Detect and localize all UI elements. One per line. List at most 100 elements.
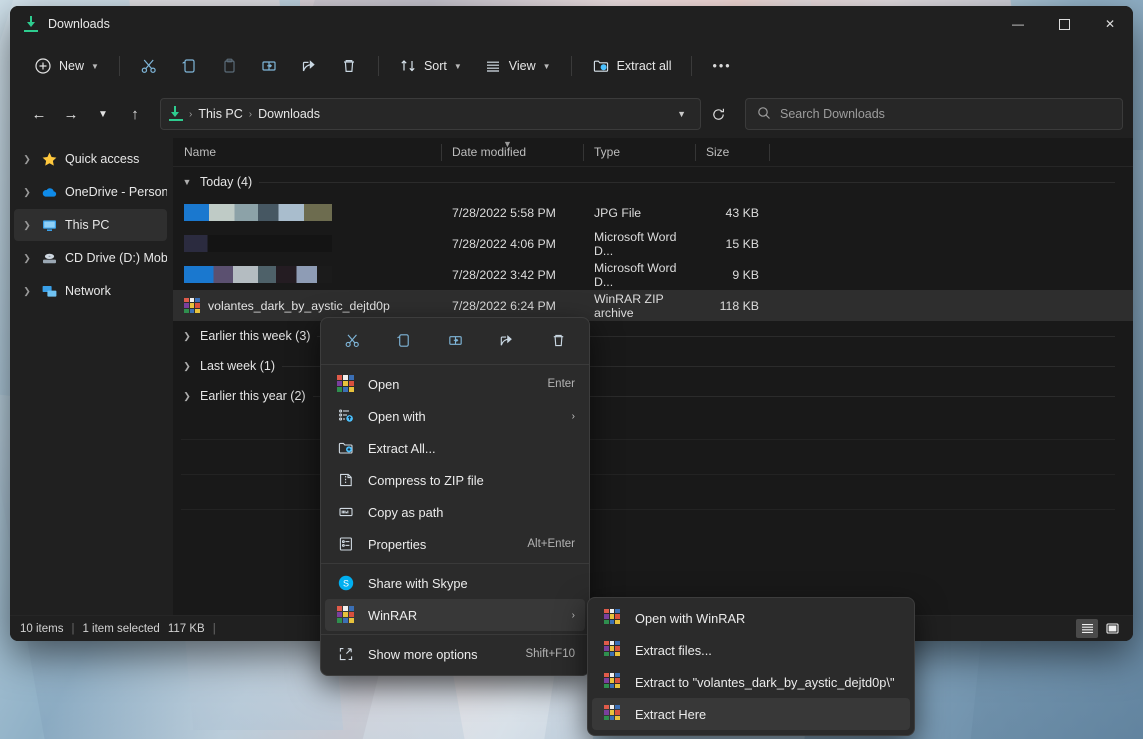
group-header-earlier-this-year[interactable]: ❯ Earlier this year (2) — [173, 381, 1133, 411]
up-button[interactable]: ↑ — [120, 99, 150, 129]
menu-item-compress-to-zip[interactable]: Compress to ZIP file — [325, 464, 585, 496]
chevron-right-icon[interactable]: ❯ — [181, 391, 193, 402]
submenu-item-open-with-winrar[interactable]: Open with WinRAR — [592, 602, 910, 634]
view-button[interactable]: View ▼ — [474, 50, 561, 82]
group-header-last-week[interactable]: ❯ Last week (1) — [173, 351, 1133, 381]
submenu-item-extract-to-folder[interactable]: Extract to "volantes_dark_by_aystic_dejt… — [592, 666, 910, 698]
rename-button[interactable] — [250, 50, 288, 82]
winrar-icon — [184, 298, 200, 314]
submenu-item-label: Extract to "volantes_dark_by_aystic_dejt… — [635, 675, 900, 690]
file-size-cell: 9 KB — [695, 259, 769, 290]
search-input[interactable]: Search Downloads — [780, 107, 885, 121]
sidebar-item-label: OneDrive - Personal — [65, 185, 167, 199]
file-size-cell: 15 KB — [695, 228, 769, 259]
breadcrumb[interactable]: › This PC › Downloads ▼ — [160, 98, 701, 130]
table-row[interactable]: 7/28/2022 3:42 PM Microsoft Word D... 9 … — [173, 259, 1133, 290]
breadcrumb-item-downloads[interactable]: Downloads — [258, 107, 320, 121]
large-icons-view-button[interactable] — [1101, 619, 1123, 638]
redacted-file-name — [184, 235, 332, 252]
details-view-button[interactable] — [1076, 619, 1098, 638]
cut-button[interactable] — [130, 50, 168, 82]
cloud-icon — [41, 184, 58, 201]
copy-path-icon — [337, 503, 356, 522]
column-header-type[interactable]: Type — [583, 138, 695, 167]
chevron-down-icon[interactable]: ▼ — [181, 177, 193, 187]
search-box[interactable]: Search Downloads — [745, 98, 1123, 130]
sidebar-item-label: Network — [65, 284, 111, 298]
sidebar-item-cd-drive[interactable]: ❯ CD Drive (D:) Mobile — [14, 242, 167, 274]
disc-drive-icon — [41, 250, 58, 267]
title-bar: Downloads — ✕ — [10, 6, 1133, 42]
menu-item-show-more-options[interactable]: Show more options Shift+F10 — [325, 638, 585, 670]
menu-item-label: Properties — [368, 537, 527, 552]
close-button[interactable]: ✕ — [1087, 6, 1133, 42]
sidebar-item-this-pc[interactable]: ❯ This PC — [14, 209, 167, 241]
share-icon — [300, 57, 318, 75]
submenu-item-extract-here[interactable]: Extract Here — [592, 698, 910, 730]
file-name-label: volantes_dark_by_aystic_dejtd0p — [208, 299, 390, 313]
paste-button[interactable] — [210, 50, 248, 82]
menu-divider — [321, 364, 589, 365]
file-name-cell[interactable] — [173, 259, 441, 290]
sidebar-item-network[interactable]: ❯ Network — [14, 275, 167, 307]
table-row[interactable]: volantes_dark_by_aystic_dejtd0p 7/28/202… — [173, 290, 1133, 321]
copy-button[interactable] — [391, 327, 417, 353]
sort-indicator-icon: ▼ — [503, 139, 512, 149]
recent-locations-button[interactable]: ▼ — [88, 99, 118, 129]
menu-item-share-with-skype[interactable]: S Share with Skype — [325, 567, 585, 599]
compress-zip-icon — [337, 471, 356, 490]
refresh-button[interactable] — [703, 99, 733, 129]
share-button[interactable] — [494, 327, 520, 353]
table-row[interactable]: 7/28/2022 4:06 PM Microsoft Word D... 15… — [173, 228, 1133, 259]
menu-item-copy-as-path[interactable]: Copy as path — [325, 496, 585, 528]
chevron-right-icon[interactable]: ❯ — [181, 361, 193, 372]
address-bar: ← → ▼ ↑ › This PC › Downloads ▼ Search D… — [10, 90, 1133, 138]
minimize-button[interactable]: — — [995, 6, 1041, 42]
file-date-cell: 7/28/2022 5:58 PM — [441, 197, 583, 228]
column-header-size[interactable]: Size — [695, 138, 769, 167]
file-name-cell[interactable] — [173, 197, 441, 228]
view-icon — [484, 57, 502, 75]
share-button[interactable] — [290, 50, 328, 82]
extract-all-button[interactable]: Extract all — [582, 50, 682, 82]
copy-icon — [180, 57, 198, 75]
chevron-right-icon[interactable]: ❯ — [20, 187, 34, 198]
item-count-label: 10 items — [20, 623, 63, 635]
breadcrumb-item-this-pc[interactable]: This PC — [198, 107, 242, 121]
menu-item-open[interactable]: Open Enter — [325, 368, 585, 400]
copy-button[interactable] — [170, 50, 208, 82]
breadcrumb-dropdown-icon[interactable]: ▼ — [669, 109, 694, 119]
forward-button[interactable]: → — [56, 99, 86, 129]
menu-item-winrar[interactable]: WinRAR › — [325, 599, 585, 631]
menu-item-open-with[interactable]: Open with › — [325, 400, 585, 432]
chevron-right-icon[interactable]: ❯ — [181, 331, 193, 342]
column-header-date-modified[interactable]: Date modified — [441, 138, 583, 167]
maximize-button[interactable] — [1041, 6, 1087, 42]
file-name-cell[interactable] — [173, 228, 441, 259]
sidebar-item-label: This PC — [65, 218, 109, 232]
breadcrumb-separator: › — [187, 109, 194, 120]
menu-item-properties[interactable]: Properties Alt+Enter — [325, 528, 585, 560]
submenu-item-extract-files[interactable]: Extract files... — [592, 634, 910, 666]
toolbar-divider — [571, 56, 572, 76]
menu-item-extract-all[interactable]: Extract All... — [325, 432, 585, 464]
chevron-right-icon[interactable]: ❯ — [20, 286, 34, 297]
back-button[interactable]: ← — [24, 99, 54, 129]
table-row[interactable]: 7/28/2022 5:58 PM JPG File 43 KB — [173, 197, 1133, 228]
chevron-right-icon[interactable]: ❯ — [20, 154, 34, 165]
cut-button[interactable] — [339, 327, 365, 353]
more-options-button[interactable]: ••• — [702, 50, 741, 82]
sort-button[interactable]: Sort ▼ — [389, 50, 472, 82]
delete-button[interactable] — [330, 50, 368, 82]
chevron-right-icon[interactable]: ❯ — [20, 253, 34, 264]
chevron-right-icon[interactable]: ❯ — [20, 220, 34, 231]
sidebar-item-quick-access[interactable]: ❯ Quick access — [14, 143, 167, 175]
column-header-name[interactable]: Name — [173, 138, 441, 167]
new-button[interactable]: New ▼ — [24, 50, 109, 82]
sidebar-item-onedrive[interactable]: ❯ OneDrive - Personal — [14, 176, 167, 208]
rename-button[interactable] — [442, 327, 468, 353]
sort-icon — [399, 57, 417, 75]
delete-button[interactable] — [545, 327, 571, 353]
group-header-today[interactable]: ▼ Today (4) — [173, 167, 1133, 197]
group-header-earlier-this-week[interactable]: ❯ Earlier this week (3) — [173, 321, 1133, 351]
